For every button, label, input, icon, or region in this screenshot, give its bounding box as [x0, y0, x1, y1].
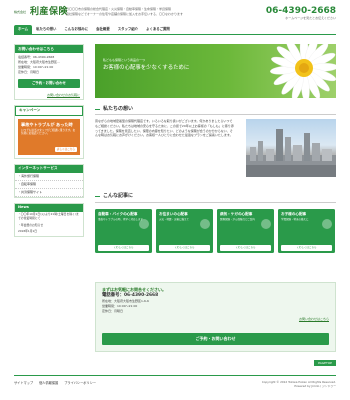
omoi-text: 昔ながらの地域密着型の保険代理店です。いろいろな取り扱いがございます。何かありま…	[95, 119, 234, 138]
footer-links: サイトマップ 個人情報保護 プライバシーポリシー	[14, 381, 96, 385]
global-nav: ホーム 私たちの想い こんなお悩みに 会社概要 スタッフ紹介 よくあるご質問	[14, 25, 336, 35]
nav-item-staff[interactable]: スタッフ紹介	[114, 25, 142, 34]
sidebar-internet-title: インターネットサービス	[15, 164, 83, 173]
footer-copyright: Copyright © 2012 Tokiwa Hoken All Rights…	[262, 380, 336, 389]
section-title-omoi: 私たちの想い	[95, 106, 336, 116]
child-icon	[322, 218, 332, 229]
card-title: お子様の心配事	[281, 211, 307, 216]
hero-title: お客様の心配事を少なくするために	[103, 65, 190, 71]
card-title: お住まいの心配事	[159, 211, 188, 216]
logo-prefix: 株式会社	[14, 10, 27, 14]
nav-item-company[interactable]: 会社概要	[92, 25, 114, 34]
contact-row: 定休日：月曜日	[102, 309, 124, 314]
contact-box: まずはお気軽にお問合せください。 電話番号：06-4390-2668 所在地：大…	[95, 282, 336, 352]
house-icon	[200, 218, 210, 229]
car-icon	[139, 218, 149, 229]
sidebar-internet-box: インターネットサービス ・海外旅行保険 ・自転車保険 ・共済保険サイト	[14, 163, 84, 198]
sidebar-service-item[interactable]: ・共済保険サイト	[15, 189, 83, 197]
footer-link-sitemap[interactable]: サイトマップ	[14, 381, 33, 385]
news-item[interactable]: ・〇〇年10月1日(火)より21時(土曜日を除く)までの営業時間にて	[15, 212, 83, 223]
card-more-button[interactable]: くわしくはこちら	[220, 244, 271, 251]
card-title: 病気・ケガの心配事	[220, 211, 253, 216]
campaign-more-button[interactable]: 詳しくはこちら	[54, 147, 77, 152]
card-more-button[interactable]: くわしくはこちら	[281, 244, 332, 251]
sidebar-news-title: News	[15, 203, 83, 212]
section-bar-icon	[95, 108, 100, 111]
sidebar-inquiry-button[interactable]: ご予約・お問い合わせ	[18, 78, 80, 88]
header-tagline: 〇〇〇〇市の保険の総合代理店・火災保険・自動車保険・生命保険・学資保険	[66, 7, 172, 11]
contact-title: まずはお気軽にお問合せください。	[102, 287, 166, 292]
nav-item-omoi[interactable]: 私たちの想い	[32, 25, 60, 34]
hero-subtitle: 私どもも保険という商品の一つ	[103, 58, 146, 62]
site-header: 株式会社 利産保険 〇〇〇〇市の保険の総合代理店・火災保険・自動車保険・生命保険…	[0, 0, 350, 24]
city-skyline-icon	[246, 129, 336, 178]
medical-icon	[261, 218, 271, 229]
sidebar-service-item[interactable]: ・海外旅行保険	[15, 173, 83, 181]
footer-link-policy[interactable]: プライバシーポリシー	[64, 381, 96, 385]
section-title-cards: こんな記事に	[95, 193, 336, 203]
header-tagline-2: 自社保険などでオーナーの住宅や店舗の保険に加入をお手伝いする、〇〇なわかります	[66, 12, 183, 16]
card-more-button[interactable]: くわしくはこちら	[98, 244, 149, 251]
nav-item-faq[interactable]: よくあるご質問	[142, 25, 174, 34]
city-photo	[246, 119, 336, 178]
campaign-banner[interactable]: 事故やトラブルが あった時 いつでも担当スタッフがご相談に乗ります。お気軽にお電…	[18, 118, 80, 155]
sidebar-campaign-head: キャンペーン	[15, 105, 83, 116]
worry-card-health[interactable]: 病気・ケガの心配事 医療保険・がん保険などご案内 くわしくはこちら	[217, 208, 274, 253]
contact-button[interactable]: ご予約・お問い合わせ	[102, 333, 329, 345]
worry-card-kids[interactable]: お子様の心配事 学資保険・将来の備えに くわしくはこちら	[278, 208, 335, 253]
news-item[interactable]: ・年会費のお知らせ	[15, 222, 83, 229]
footer-divider	[14, 375, 336, 376]
sidebar-mail-link[interactable]: お問い合わせのお気軽に	[15, 91, 83, 99]
powered-by-text[interactable]: Powered by Jimdo / ジンドゥー	[262, 384, 336, 389]
sidebar-campaign-box: キャンペーン 事故やトラブルが あった時 いつでも担当スタッフがご相談に乗ります…	[14, 104, 84, 159]
site-logo[interactable]: 利産保険	[30, 6, 68, 18]
worry-card-home[interactable]: お住まいの心配事 火災・地震・災害に備えて くわしくはこちら	[156, 208, 213, 253]
worry-card-car[interactable]: 自動車・バイクの心配事 事故やトラブルの時、素早く対応します くわしくはこちら	[95, 208, 152, 253]
contact-phone[interactable]: 06-4390-2668	[124, 293, 158, 298]
contact-link[interactable]: お問い合わせはこちら	[299, 317, 329, 321]
sidebar-inquiry-box: お問い合わせはこちら 電話番号：06-4390-2668 所在地：大阪府大阪市生…	[14, 44, 84, 100]
main-content: 私どもも保険という商品の一つ お客様の心配事を少なくするために 私たちの想い 昔…	[95, 44, 336, 253]
daisy-flower-image	[270, 44, 336, 98]
card-more-button[interactable]: くわしくはこちら	[159, 244, 210, 251]
worry-cards: 自動車・バイクの心配事 事故やトラブルの時、素早く対応します くわしくはこちら …	[95, 208, 336, 253]
nav-item-home[interactable]: ホーム	[14, 25, 33, 34]
nav-item-worries[interactable]: こんなお悩みに	[60, 25, 92, 34]
section-bar-icon	[95, 195, 100, 198]
page: 株式会社 利産保険 〇〇〇〇市の保険の総合代理店・火災保険・自動車保険・生命保険…	[0, 0, 350, 400]
header-phone-note: ホームページを見たとお伝えください	[285, 16, 336, 20]
sidebar: お問い合わせはこちら 電話番号：06-4390-2668 所在地：大阪府大阪市生…	[14, 44, 84, 242]
campaign-title: 事故やトラブルが あった時	[21, 121, 73, 127]
card-title: 自動車・バイクの心配事	[98, 211, 138, 216]
sidebar-inquiry-row: 定休日：月曜日	[18, 69, 40, 74]
pagetop-button[interactable]: PAGETOP	[314, 360, 336, 367]
sidebar-news-box: News ・〇〇年10月1日(火)より21時(土曜日を除く)までの営業時間にて …	[14, 202, 84, 237]
campaign-text: いつでも担当スタッフがご相談に乗ります。お気軽にお電話ください。	[21, 128, 76, 136]
hero-banner: 私どもも保険という商品の一つ お客様の心配事を少なくするために	[95, 44, 336, 98]
omoi-section: 昔ながらの地域密着型の保険代理店です。いろいろな取り扱いがございます。何かありま…	[95, 119, 336, 191]
section-title-text: 私たちの想い	[103, 106, 134, 112]
footer-link-privacy[interactable]: 個人情報保護	[39, 381, 58, 385]
sidebar-service-item[interactable]: ・自転車保険	[15, 181, 83, 189]
section-title-text: こんな記事に	[103, 193, 134, 200]
sidebar-inquiry-title: お問い合わせはこちら	[15, 45, 83, 53]
news-date: 2018年1月1日	[18, 229, 38, 234]
contact-phone-label: 電話番号：	[102, 293, 124, 299]
